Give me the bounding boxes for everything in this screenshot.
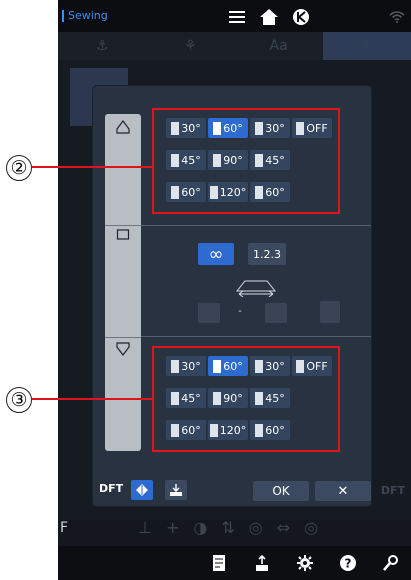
menu-icon[interactable] — [226, 6, 248, 28]
end-angle-60-right-button[interactable]: 60° — [250, 420, 290, 440]
bg-tab-letters: Aa — [269, 38, 288, 54]
strip-divider-2 — [105, 337, 141, 338]
background-f-label: F — [60, 520, 69, 536]
device-screen: Sewing ⚓ ⚘ Aa ☆ DFT F ⊥ + ◑ ⇅ ◎ ⇔ ◎ 30° … — [58, 0, 411, 580]
taper-left-icon — [171, 121, 180, 135]
svg-text:?: ? — [345, 557, 352, 571]
taper-right-icon — [255, 121, 264, 135]
background-dft-label: DFT — [380, 484, 405, 497]
memory-icon[interactable] — [320, 301, 340, 323]
end-angle-120-button[interactable]: 120° — [208, 420, 248, 440]
start-angle-60-right-button[interactable]: 60° — [250, 182, 290, 202]
help-icon[interactable]: ? — [337, 552, 359, 574]
export-icon[interactable] — [251, 552, 273, 574]
taper-center-icon — [213, 153, 222, 167]
end-taper-section: 30° 60° 30° OFF 45° 90° 45° 60° 120° 60° — [152, 346, 340, 452]
start-angle-30-right-button[interactable]: 30° — [250, 118, 290, 138]
taper-center-icon — [213, 121, 222, 135]
callout-2-line — [32, 166, 152, 168]
bg-tab-favorites: ☆ — [322, 32, 411, 60]
bg-tool-icon-4: ⇅ — [221, 517, 235, 537]
home-icon[interactable] — [258, 6, 280, 28]
cancel-button[interactable]: ✕ — [315, 481, 371, 501]
increase-button[interactable] — [265, 303, 287, 323]
back-stop-icon[interactable] — [290, 6, 312, 28]
strip-divider-1 — [105, 225, 141, 226]
taper-right-icon — [255, 391, 264, 405]
notes-icon[interactable] — [208, 552, 230, 574]
square-end-icon — [296, 121, 305, 135]
value-dash: - — [238, 304, 242, 317]
bg-tool-icon-3: ◑ — [193, 517, 208, 537]
end-angle-60-button[interactable]: 60° — [208, 356, 248, 376]
save-button[interactable] — [165, 480, 187, 500]
taper-center-icon — [209, 423, 218, 437]
callout-3: ③ — [6, 387, 32, 413]
end-angle-30-right-button[interactable]: 30° — [250, 356, 290, 376]
bg-tab-utility: ⚓ — [95, 38, 109, 54]
start-angle-45-left-button[interactable]: 45° — [166, 150, 206, 170]
taper-left-icon — [171, 359, 180, 373]
callout-2: ② — [6, 155, 32, 181]
ok-button[interactable]: OK — [253, 481, 309, 501]
middle-shape-icon — [116, 229, 130, 240]
callout-3-line — [32, 398, 152, 400]
taper-center-icon — [213, 391, 222, 405]
bg-tool-icon-6: ⇔ — [276, 517, 291, 537]
dialog-divider-top — [141, 225, 371, 226]
repeat-count-button[interactable]: 1.2.3 — [248, 243, 286, 265]
end-angle-45-right-button[interactable]: 45° — [250, 388, 290, 408]
taper-left-icon — [171, 391, 180, 405]
mirror-icon — [136, 484, 148, 496]
taper-center-icon — [209, 185, 218, 199]
start-angle-120-button[interactable]: 120° — [208, 182, 248, 202]
save-icon — [170, 484, 182, 496]
start-off-button[interactable]: OFF — [292, 118, 332, 138]
bg-tool-icon-2: + — [165, 517, 180, 537]
top-status-bar: Sewing — [58, 0, 411, 32]
bg-tool-icon-1: ⊥ — [138, 517, 152, 537]
tools-icon[interactable] — [380, 552, 402, 574]
start-shape-icon — [116, 120, 130, 134]
end-angle-60-left-button[interactable]: 60° — [166, 420, 206, 440]
start-angle-30-left-button[interactable]: 30° — [166, 118, 206, 138]
background-tabs: ⚓ ⚘ Aa ☆ — [58, 32, 411, 60]
bg-tool-icon-7: ◎ — [304, 517, 319, 537]
section-indicator-strip — [105, 114, 141, 451]
start-angle-60-button[interactable]: 60° — [208, 118, 248, 138]
end-off-button[interactable]: OFF — [292, 356, 332, 376]
start-angle-60-left-button[interactable]: 60° — [166, 182, 206, 202]
bg-tool-icon-5: ◎ — [248, 517, 263, 537]
stitch-width-icon — [233, 279, 279, 298]
taper-center-icon — [213, 359, 222, 373]
start-taper-section: 30° 60° 30° OFF 45° 90° 45° 60° 120° 60° — [152, 108, 340, 214]
decrease-button[interactable] — [198, 303, 220, 323]
dialog-footer: DFT OK ✕ — [93, 478, 371, 506]
bg-tab-decorative: ⚘ — [184, 38, 197, 54]
taper-left-icon — [171, 423, 180, 437]
settings-icon[interactable] — [294, 552, 316, 574]
taper-right-icon — [255, 423, 264, 437]
end-angle-90-button[interactable]: 90° — [208, 388, 248, 408]
taper-right-icon — [255, 153, 264, 167]
end-shape-icon — [116, 342, 130, 356]
end-angle-45-left-button[interactable]: 45° — [166, 388, 206, 408]
end-angle-30-left-button[interactable]: 30° — [166, 356, 206, 376]
taper-right-icon — [255, 185, 264, 199]
square-end-icon — [296, 359, 305, 373]
taper-right-icon — [255, 359, 264, 373]
dialog-divider-bottom — [141, 336, 371, 337]
tapering-dialog: 30° 60° 30° OFF 45° 90° 45° 60° 120° 60°… — [93, 86, 371, 506]
start-angle-90-button[interactable]: 90° — [208, 150, 248, 170]
wifi-icon — [386, 6, 408, 28]
mirror-button[interactable] — [131, 480, 153, 500]
taper-left-icon — [171, 185, 180, 199]
background-toolbar: ⊥ + ◑ ⇅ ◎ ⇔ ◎ — [138, 512, 378, 542]
mode-label: Sewing — [62, 10, 108, 22]
infinity-repeat-button[interactable]: ∞ — [198, 243, 234, 265]
bottom-bar: ? — [58, 546, 411, 580]
taper-left-icon — [171, 153, 180, 167]
dft-label: DFT — [99, 482, 124, 495]
start-angle-45-right-button[interactable]: 45° — [250, 150, 290, 170]
